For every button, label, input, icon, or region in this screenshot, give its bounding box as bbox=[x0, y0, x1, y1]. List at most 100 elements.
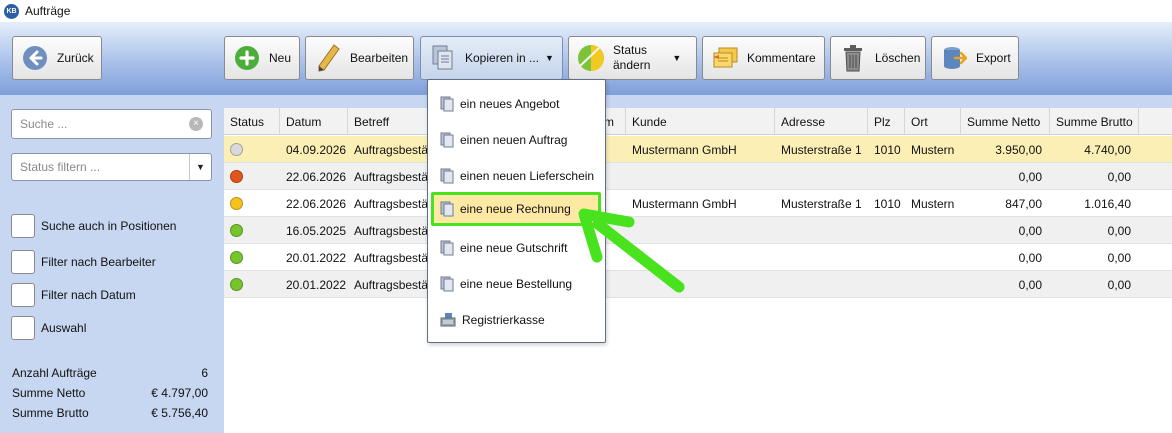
cell-date: 20.01.2022 bbox=[286, 277, 347, 292]
stat-value: € 5.756,40 bbox=[151, 406, 208, 420]
menu-item-label: eine neue Rechnung bbox=[460, 202, 571, 216]
cell-date: 04.09.2026 bbox=[286, 142, 347, 157]
selection-label: Auswahl bbox=[41, 321, 87, 335]
cell-city bbox=[905, 244, 961, 271]
edit-label: Bearbeiten bbox=[350, 51, 409, 65]
status-dot-icon bbox=[230, 251, 243, 264]
search-in-positions-checkbox[interactable] bbox=[11, 214, 35, 238]
cell-city bbox=[905, 217, 961, 244]
column-header-date[interactable]: Datum bbox=[280, 108, 348, 135]
menu-item-cash-register[interactable]: Registrierkasse bbox=[428, 303, 605, 337]
column-header-net[interactable]: Summe Netto bbox=[961, 108, 1050, 135]
document-icon bbox=[440, 96, 454, 112]
menu-item-new-invoice[interactable]: eine neue Rechnung bbox=[431, 192, 601, 226]
cell-zip: 1010 bbox=[874, 196, 901, 211]
cell-address bbox=[775, 217, 868, 244]
cell-address bbox=[775, 163, 868, 190]
filter-by-editor-option[interactable]: Filter nach Bearbeiter bbox=[11, 250, 156, 274]
cell-city bbox=[905, 271, 961, 298]
orders-grid: Status Datum Betreff m Kunde Adresse Plz… bbox=[224, 95, 1172, 433]
cell-net: 0,00 bbox=[1018, 169, 1042, 184]
column-header-status[interactable]: Status bbox=[224, 108, 280, 135]
selection-checkbox[interactable] bbox=[11, 316, 35, 340]
comments-button[interactable]: Kommentare bbox=[702, 36, 825, 80]
cell-status bbox=[224, 163, 280, 190]
cell-address bbox=[775, 244, 868, 271]
menu-item-label: eine neue Gutschrift bbox=[460, 241, 568, 255]
cell-city: Mustern bbox=[911, 196, 955, 211]
status-dot-icon bbox=[230, 224, 243, 237]
filter-by-date-option[interactable]: Filter nach Datum bbox=[11, 283, 136, 307]
copy-documents-icon bbox=[429, 44, 457, 72]
menu-item-new-offer[interactable]: ein neues Angebot bbox=[428, 87, 605, 121]
column-header-customer[interactable]: Kunde bbox=[626, 108, 775, 135]
status-filter-dropdown[interactable]: Status filtern ... ▼ bbox=[11, 153, 212, 181]
column-header-city[interactable]: Ort bbox=[905, 108, 961, 135]
menu-item-new-order[interactable]: einen neuen Auftrag bbox=[428, 123, 605, 157]
cell-gross: 0,00 bbox=[1107, 277, 1131, 292]
table-row[interactable]: 22.06.2026 Auftragsbestä Mustermann GmbH Mu… bbox=[224, 190, 1172, 217]
cell-address: Musterstraße 1 bbox=[781, 196, 862, 211]
status-icon bbox=[577, 44, 605, 72]
sidebar: Suche ... × Status filtern ... ▼ Suche a… bbox=[0, 95, 224, 433]
chevron-down-icon[interactable]: ▼ bbox=[189, 154, 211, 180]
column-header-gross[interactable]: Summe Brutto bbox=[1050, 108, 1139, 135]
cell-address: Musterstraße 1 bbox=[781, 142, 862, 157]
filter-by-date-checkbox[interactable] bbox=[11, 283, 35, 307]
cell-status bbox=[224, 190, 280, 217]
back-arrow-icon bbox=[21, 44, 49, 72]
stat-value: € 4.797,00 bbox=[151, 386, 208, 400]
delete-label: Löschen bbox=[875, 51, 921, 65]
app-logo: KB bbox=[4, 3, 19, 19]
copy-to-button[interactable]: Kopieren in ... ▼ bbox=[420, 36, 563, 80]
menu-item-new-delivery-note[interactable]: einen neuen Lieferschein bbox=[428, 159, 605, 193]
cell-zip bbox=[868, 163, 905, 190]
title-bar: KB Aufträge bbox=[0, 0, 1172, 22]
menu-item-new-purchase-order[interactable]: eine neue Bestellung bbox=[428, 267, 605, 301]
cell-customer bbox=[626, 244, 775, 271]
export-label: Export bbox=[976, 51, 1011, 65]
cell-gross: 0,00 bbox=[1107, 250, 1131, 265]
edit-button[interactable]: Bearbeiten bbox=[305, 36, 414, 80]
selection-option[interactable]: Auswahl bbox=[11, 316, 86, 340]
change-status-button[interactable]: Status ändern ▼ bbox=[568, 36, 697, 80]
column-header-address[interactable]: Adresse bbox=[775, 108, 868, 135]
table-row[interactable]: 22.06.2026 Auftragsbestä 0,00 0,00 bbox=[224, 163, 1172, 190]
cell-gross: 4.740,00 bbox=[1084, 142, 1131, 157]
menu-item-new-credit-note[interactable]: eine neue Gutschrift bbox=[428, 231, 605, 265]
filter-by-editor-label: Filter nach Bearbeiter bbox=[41, 255, 156, 269]
cell-gross: 0,00 bbox=[1107, 169, 1131, 184]
table-row[interactable]: 16.05.2025 Auftragsbestä 0,00 0,00 bbox=[224, 217, 1172, 244]
copy-to-menu: ein neues Angebot einen neuen Auftrag ei… bbox=[427, 79, 606, 343]
menu-item-label: eine neue Bestellung bbox=[460, 277, 573, 291]
cell-customer bbox=[626, 217, 775, 244]
document-icon bbox=[440, 168, 454, 184]
new-button[interactable]: Neu bbox=[224, 36, 300, 80]
column-header-zip[interactable]: Plz bbox=[868, 108, 905, 135]
delete-button[interactable]: Löschen bbox=[830, 36, 926, 80]
cell-status bbox=[224, 217, 280, 244]
filter-by-editor-checkbox[interactable] bbox=[11, 250, 35, 274]
search-in-positions-option[interactable]: Suche auch in Positionen bbox=[11, 214, 176, 238]
grid-header: Status Datum Betreff m Kunde Adresse Plz… bbox=[224, 108, 1172, 135]
clear-search-icon[interactable]: × bbox=[189, 117, 203, 131]
table-row[interactable]: 04.09.2026 Auftragsbestä Mustermann GmbH Mu… bbox=[224, 136, 1172, 163]
comments-label: Kommentare bbox=[747, 51, 816, 65]
plus-icon bbox=[233, 44, 261, 72]
back-button[interactable]: Zurück bbox=[12, 36, 102, 80]
cell-customer bbox=[626, 163, 775, 190]
table-row[interactable]: 20.01.2022 Auftragsbestä 0,00 0,00 bbox=[224, 271, 1172, 298]
cell-customer: Mustermann GmbH bbox=[632, 196, 737, 211]
cell-gross: 0,00 bbox=[1107, 223, 1131, 238]
document-icon bbox=[440, 201, 454, 217]
cell-status bbox=[224, 136, 280, 163]
stat-order-count: Anzahl Aufträge 6 bbox=[12, 366, 208, 380]
status-dot-icon bbox=[230, 170, 243, 183]
cell-date: 20.01.2022 bbox=[286, 250, 347, 265]
export-button[interactable]: Export bbox=[931, 36, 1019, 80]
search-input[interactable]: Suche ... × bbox=[11, 109, 212, 139]
document-icon bbox=[440, 132, 454, 148]
table-row[interactable]: 20.01.2022 Auftragsbestä 0,00 0,00 bbox=[224, 244, 1172, 271]
comment-icon bbox=[711, 44, 739, 72]
stat-label: Summe Netto bbox=[12, 386, 86, 400]
